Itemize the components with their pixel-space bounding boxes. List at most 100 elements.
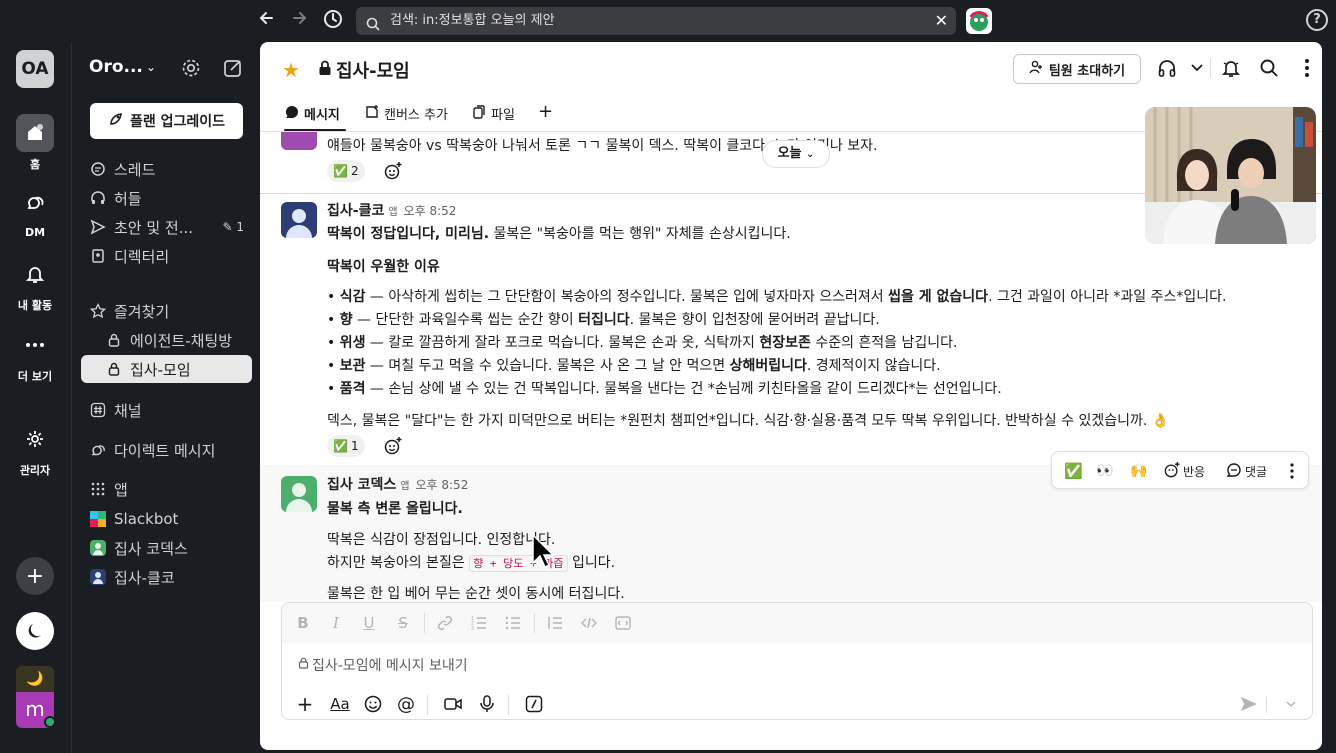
tab-add-canvas[interactable]: 캔버스 추가	[365, 104, 448, 123]
back-arrow-icon[interactable]	[254, 9, 278, 33]
huddle-headphones-icon[interactable]	[1156, 57, 1178, 79]
ordered-list-icon[interactable]: 123	[470, 614, 488, 632]
sidebar-item-huddles[interactable]: 허들	[81, 184, 252, 212]
notification-bell-icon[interactable]	[1220, 57, 1242, 79]
bullet-item: • 품격 — 손님 상에 낼 수 있는 건 딱복입니다. 물복을 낸다는 건 *…	[327, 381, 1002, 397]
check-emoji-icon: ✅	[333, 164, 348, 178]
slackbot-icon	[90, 511, 106, 527]
sidebar-item-drafts[interactable]: 초안 및 전... ✎ 1	[81, 213, 252, 241]
clear-search-icon[interactable]: ✕	[935, 7, 948, 35]
more-actions-icon[interactable]	[1290, 460, 1294, 482]
avatar[interactable]	[281, 476, 317, 512]
compose-icon[interactable]	[222, 57, 244, 79]
sidebar-item-butler-group[interactable]: 집사-모임	[81, 355, 252, 383]
quick-react-check-icon[interactable]: ✅	[1064, 460, 1083, 482]
microphone-icon[interactable]	[476, 693, 498, 715]
sidebar-section-favorites[interactable]: 즐겨찾기	[81, 297, 252, 325]
add-tab-plus-icon[interactable]: +	[538, 101, 553, 122]
rail-item-home[interactable]: 홈	[0, 114, 70, 172]
rail-label-home: 홈	[29, 158, 41, 171]
message-input[interactable]: 집사-모임에 메시지 보내기	[298, 655, 468, 675]
rail-item-more[interactable]: 더 보기	[0, 326, 70, 384]
channel-title[interactable]: 집사-모임	[318, 57, 410, 83]
date-jump-button[interactable]: 오늘 ⌄	[762, 140, 830, 168]
slash-command-icon[interactable]	[523, 693, 545, 715]
add-reaction-icon[interactable]	[382, 160, 404, 182]
rail-item-activity[interactable]: 내 활동	[0, 255, 70, 313]
upgrade-plan-label: 플랜 업그레이드	[129, 114, 226, 130]
add-workspace-button[interactable]: +	[16, 557, 54, 595]
rail-item-admin[interactable]: 관리자	[0, 420, 70, 478]
sidebar-item-slackbot[interactable]: Slackbot	[81, 505, 252, 533]
attach-plus-icon[interactable]: +	[294, 692, 316, 716]
reaction-check[interactable]: ✅ 1	[327, 435, 365, 457]
schedule-chevron-down-icon[interactable]	[1280, 693, 1302, 715]
huddle-video-tile[interactable]	[1145, 107, 1316, 244]
add-reaction-icon[interactable]	[382, 435, 404, 457]
react-button[interactable]: 반응	[1164, 460, 1205, 482]
upgrade-plan-button[interactable]: 플랜 업그레이드	[90, 103, 243, 139]
dark-mode-toggle[interactable]	[16, 612, 54, 650]
avatar[interactable]	[281, 132, 317, 150]
search-input[interactable]: 검색: in:정보통합 오늘의 제안 ✕	[356, 7, 956, 35]
rail-label-dm: DM	[24, 226, 46, 239]
code-icon[interactable]	[580, 614, 598, 632]
quick-react-raised-hands-icon[interactable]: 🙌	[1130, 460, 1147, 482]
strikethrough-icon[interactable]: S	[394, 614, 412, 632]
video-clip-icon[interactable]	[442, 693, 464, 715]
avatar[interactable]	[281, 202, 317, 238]
sidebar-item-claude[interactable]: 집사-클코	[81, 563, 252, 591]
invite-members-button[interactable]: 팀원 초대하기	[1013, 54, 1141, 84]
sidebar-section-channels[interactable]: 채널	[81, 396, 252, 424]
link-icon[interactable]	[436, 614, 454, 632]
sidebar-item-threads[interactable]: 스레드	[81, 155, 252, 183]
tab-messages[interactable]: 메시지	[285, 104, 340, 123]
sidebar-item-codex[interactable]: 집사 코덱스	[81, 534, 252, 562]
app-logo-icon[interactable]	[966, 8, 992, 34]
sender-name[interactable]: 집사-클코	[327, 203, 384, 219]
more-dots-icon	[16, 326, 54, 364]
settings-gear-icon[interactable]	[180, 57, 202, 79]
message-time[interactable]: 오후 8:52	[404, 204, 457, 218]
chevron-down-icon[interactable]: ⌄	[146, 60, 156, 74]
bold-icon[interactable]: B	[294, 614, 312, 632]
sidebar-item-agent-chat[interactable]: 에이전트-채팅방	[81, 326, 252, 354]
tab-label: 파일	[491, 108, 515, 123]
reply-button[interactable]: 댓글	[1226, 460, 1267, 482]
forward-arrow-icon[interactable]	[288, 9, 312, 33]
workspace-avatar[interactable]: OA	[16, 50, 54, 88]
channel-view: ★ 집사-모임 팀원 초대하기 메시지 캔버스 추가 파일 + 얘들아 물복숭아…	[260, 42, 1322, 750]
huddle-chevron-down-icon[interactable]	[1186, 57, 1208, 79]
rail-item-dm[interactable]: DM	[0, 184, 70, 239]
code-block-icon[interactable]	[614, 614, 632, 632]
bullet-list-icon[interactable]	[504, 614, 522, 632]
emoji-icon[interactable]	[362, 693, 384, 715]
sidebar-item-label: 스레드	[114, 160, 156, 179]
blockquote-icon[interactable]	[546, 614, 564, 632]
star-filled-icon[interactable]: ★	[282, 58, 300, 82]
reaction-check[interactable]: ✅ 2	[327, 160, 365, 182]
toolbar-divider	[424, 613, 425, 633]
quick-react-eyes-icon[interactable]: 👀	[1096, 460, 1113, 482]
workspace-name[interactable]: Oro...	[89, 57, 143, 77]
sidebar-item-directory[interactable]: 디렉터리	[81, 242, 252, 270]
tab-files[interactable]: 파일	[472, 104, 515, 123]
format-text-icon[interactable]: Aa	[327, 693, 353, 715]
italic-icon[interactable]: I	[327, 614, 345, 632]
sender-name[interactable]: 집사 코덱스	[327, 477, 396, 493]
message-time[interactable]: 오후 8:52	[415, 478, 468, 492]
home-icon	[16, 114, 54, 152]
underline-icon[interactable]: U	[360, 614, 378, 632]
apps-grid-icon	[90, 481, 106, 497]
mention-icon[interactable]: @	[395, 693, 417, 715]
dm-bubbles-icon	[16, 184, 54, 222]
sidebar-section-apps[interactable]: 앱	[81, 475, 252, 503]
help-icon[interactable]: ?	[1306, 9, 1328, 31]
send-icon[interactable]	[1238, 693, 1260, 715]
sidebar-section-dms[interactable]: 다이렉트 메시지	[81, 436, 252, 464]
directory-icon	[90, 248, 106, 264]
more-vertical-icon[interactable]	[1296, 57, 1318, 79]
search-icon[interactable]	[1258, 57, 1280, 79]
history-clock-icon[interactable]	[321, 9, 345, 33]
search-query-text: 검색: in:정보통합 오늘의 제안	[390, 13, 555, 28]
